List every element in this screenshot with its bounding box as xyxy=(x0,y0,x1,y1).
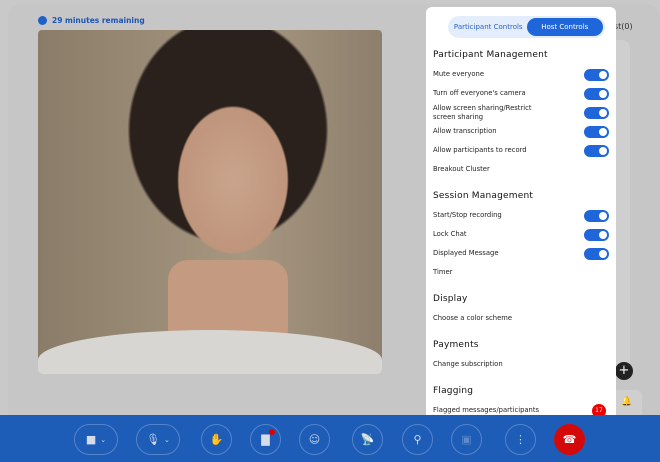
setting-row[interactable]: Timer xyxy=(433,263,609,282)
toggle-switch[interactable] xyxy=(584,144,609,157)
speaker-button[interactable]: ⚲ xyxy=(402,424,433,455)
setting-row[interactable]: Change subscription xyxy=(433,355,609,374)
raise-hand-button[interactable]: ✋ xyxy=(201,424,232,455)
section-title: Participant Management xyxy=(433,50,548,60)
satellite-dish-icon: 📡 xyxy=(360,433,375,446)
section-title: Flagging xyxy=(433,386,474,396)
add-button[interactable]: + xyxy=(615,362,633,380)
reactions-button[interactable]: ☺ xyxy=(299,424,330,455)
control-tabs: Participant Controls Host Controls xyxy=(448,16,605,38)
setting-label: Change subscription xyxy=(433,360,503,368)
setting-row[interactable]: Choose a color scheme xyxy=(433,309,609,328)
chevron-down-icon: ⌄ xyxy=(164,435,170,444)
setting-label: Flagged messages/participants xyxy=(433,406,540,414)
setting-label: Allow screen sharing/Restrict screen sha… xyxy=(433,103,532,121)
setting-row[interactable]: Turn off everyone's camera xyxy=(433,84,609,103)
section-title: Display xyxy=(433,294,468,304)
setting-label: Lock Chat xyxy=(433,230,467,238)
toggle-switch[interactable] xyxy=(584,247,609,260)
tab-host-controls[interactable]: Host Controls xyxy=(526,18,603,36)
toggle-switch[interactable] xyxy=(584,125,609,138)
section-title: Payments xyxy=(433,340,479,350)
microphone-handheld-icon: ⚲ xyxy=(413,433,422,446)
setting-label: Displayed Message xyxy=(433,249,499,257)
setting-label: Breakout Cluster xyxy=(433,165,490,173)
more-options-button[interactable]: ⋮ xyxy=(505,424,536,455)
setting-row[interactable]: Allow screen sharing/Restrict screen sha… xyxy=(433,103,609,122)
setting-row[interactable]: Displayed Message xyxy=(433,244,609,263)
setting-row[interactable]: Start/Stop recording xyxy=(433,206,609,225)
smiley-icon: ☺ xyxy=(308,433,321,446)
section-title: Session Management xyxy=(433,191,534,201)
toggle-switch[interactable] xyxy=(584,209,609,222)
setting-label: Mute everyone xyxy=(433,70,485,78)
setting-label: Choose a color scheme xyxy=(433,314,513,322)
more-vertical-icon: ⋮ xyxy=(515,433,526,446)
setting-label: Start/Stop recording xyxy=(433,211,502,219)
setting-row[interactable]: Allow participants to record xyxy=(433,141,609,160)
alarm-clock-icon xyxy=(38,16,47,25)
setting-label: Timer xyxy=(433,268,453,276)
setting-row[interactable]: Breakout Cluster xyxy=(433,160,609,179)
bell-icon[interactable]: 🔔 xyxy=(612,390,642,415)
host-controls-panel: Participant Controls Host Controls Partic… xyxy=(426,7,616,418)
participant-video xyxy=(38,30,382,374)
toggle-switch[interactable] xyxy=(584,68,609,81)
chat-icon: ▇ xyxy=(261,433,270,446)
end-call-button[interactable]: ☎ xyxy=(554,424,585,455)
setting-label: Turn off everyone's camera xyxy=(433,89,526,97)
chevron-down-icon: ⌄ xyxy=(100,435,107,444)
share-screen-icon: ▣ xyxy=(461,433,472,446)
notification-dot xyxy=(269,429,275,435)
timer: 29 minutes remaining xyxy=(38,16,145,25)
setting-label: Allow participants to record xyxy=(433,146,527,154)
toggle-switch[interactable] xyxy=(584,106,609,119)
setting-row[interactable]: Allow transcription xyxy=(433,122,609,141)
share-screen-button[interactable]: ▣ xyxy=(451,424,482,455)
camera-icon: ■ xyxy=(85,433,97,446)
setting-row[interactable]: Lock Chat xyxy=(433,225,609,244)
broadcast-button[interactable]: 📡 xyxy=(352,424,383,455)
hand-icon: ✋ xyxy=(209,433,224,446)
microphone-button[interactable]: 🎙 ⌄ xyxy=(136,424,180,455)
chat-button[interactable]: ▇ xyxy=(250,424,281,455)
tab-participant-controls[interactable]: Participant Controls xyxy=(450,18,527,36)
camera-button[interactable]: ■ ⌄ xyxy=(74,424,118,455)
setting-label: Allow transcription xyxy=(433,127,497,135)
side-panel-label: st(0) xyxy=(614,22,633,31)
hang-up-icon: ☎ xyxy=(562,433,577,446)
toggle-switch[interactable] xyxy=(584,87,609,100)
timer-text: 29 minutes remaining xyxy=(52,16,145,25)
setting-row[interactable]: Mute everyone xyxy=(433,65,609,84)
toggle-switch[interactable] xyxy=(584,228,609,241)
microphone-icon: 🎙 xyxy=(146,433,161,446)
